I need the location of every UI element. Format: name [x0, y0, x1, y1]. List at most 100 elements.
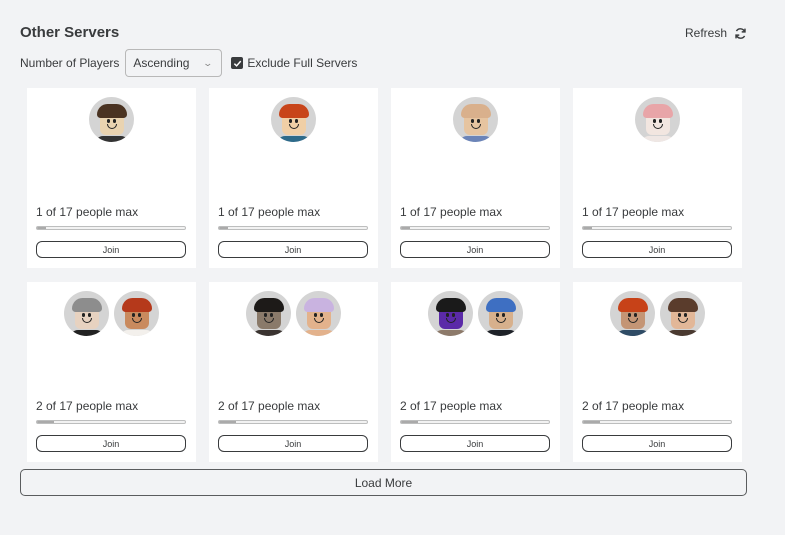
avatar-eye — [446, 313, 449, 317]
join-button[interactable]: Join — [36, 241, 186, 258]
avatar-hair — [435, 298, 466, 312]
player-avatar[interactable] — [478, 291, 523, 336]
capacity-progress-bar — [36, 420, 186, 424]
join-button[interactable]: Join — [218, 241, 368, 258]
player-count: 2 of 17 people max — [582, 399, 685, 413]
sort-order-dropdown[interactable]: Ascending ⌄ — [125, 49, 223, 77]
sort-label: Number of Players — [20, 56, 120, 70]
avatar-eye — [628, 313, 631, 317]
avatar-body — [433, 330, 468, 336]
server-card: 2 of 17 people max Join — [573, 282, 742, 462]
player-avatar[interactable] — [610, 291, 655, 336]
avatar-body — [665, 330, 700, 336]
player-avatars — [573, 97, 742, 142]
avatar-body — [615, 330, 650, 336]
player-avatar[interactable] — [296, 291, 341, 336]
load-more-button[interactable]: Load More — [20, 469, 747, 496]
avatar-body — [301, 330, 336, 336]
capacity-progress-fill — [219, 421, 237, 423]
refresh-button[interactable]: Refresh — [685, 26, 747, 40]
join-button[interactable]: Join — [582, 435, 732, 452]
join-button[interactable]: Join — [400, 435, 550, 452]
server-card: 2 of 17 people max Join — [209, 282, 378, 462]
join-button[interactable]: Join — [400, 241, 550, 258]
exclude-full-servers-toggle[interactable]: Exclude Full Servers — [231, 56, 357, 70]
capacity-progress-fill — [401, 227, 410, 229]
capacity-progress-bar — [218, 226, 368, 230]
avatar-eye — [264, 313, 267, 317]
avatar-hair — [121, 298, 152, 312]
avatar-hair — [303, 298, 334, 312]
capacity-progress-fill — [37, 421, 55, 423]
avatar-hair — [253, 298, 284, 312]
avatar-body — [640, 136, 675, 142]
avatar-eye — [452, 313, 455, 317]
avatar-hair — [617, 298, 648, 312]
exclude-full-label: Exclude Full Servers — [247, 56, 358, 70]
player-count: 1 of 17 people max — [400, 205, 503, 219]
join-button[interactable]: Join — [218, 435, 368, 452]
capacity-progress-bar — [400, 420, 550, 424]
player-avatar[interactable] — [114, 291, 159, 336]
player-avatar[interactable] — [89, 97, 134, 142]
player-count: 1 of 17 people max — [218, 205, 321, 219]
avatar-eye — [653, 119, 656, 123]
player-avatar[interactable] — [271, 97, 316, 142]
avatar-hair — [96, 104, 127, 118]
avatar-eye — [132, 313, 135, 317]
player-avatar[interactable] — [660, 291, 705, 336]
section-title: Other Servers — [20, 24, 120, 41]
server-card: 1 of 17 people max Join — [27, 88, 196, 268]
player-avatar[interactable] — [635, 97, 680, 142]
join-button[interactable]: Join — [36, 435, 186, 452]
avatar-hair — [460, 104, 491, 118]
avatar-eye — [138, 313, 141, 317]
avatar-body — [483, 330, 518, 336]
avatar-eye — [634, 313, 637, 317]
avatar-hair — [278, 104, 309, 118]
capacity-progress-fill — [583, 227, 592, 229]
avatar-eye — [659, 119, 662, 123]
avatar-eye — [314, 313, 317, 317]
player-avatars — [391, 291, 560, 336]
chevron-down-icon: ⌄ — [202, 57, 213, 68]
avatar-body — [458, 136, 493, 142]
server-card: 2 of 17 people max Join — [391, 282, 560, 462]
avatar-body — [94, 136, 129, 142]
avatar-eye — [270, 313, 273, 317]
capacity-progress-bar — [218, 420, 368, 424]
checkmark-icon — [233, 60, 242, 67]
refresh-label: Refresh — [685, 26, 728, 40]
player-count: 2 of 17 people max — [400, 399, 503, 413]
capacity-progress-fill — [219, 227, 228, 229]
player-avatar[interactable] — [453, 97, 498, 142]
refresh-icon — [735, 27, 746, 39]
capacity-progress-fill — [401, 421, 419, 423]
player-avatars — [209, 97, 378, 142]
capacity-progress-bar — [36, 226, 186, 230]
player-avatars — [573, 291, 742, 336]
server-card: 2 of 17 people max Join — [27, 282, 196, 462]
avatar-hair — [667, 298, 698, 312]
player-avatar[interactable] — [246, 291, 291, 336]
player-avatars — [209, 291, 378, 336]
server-card: 1 of 17 people max Join — [209, 88, 378, 268]
avatar-body — [276, 136, 311, 142]
avatar-eye — [471, 119, 474, 123]
avatar-hair — [71, 298, 102, 312]
avatar-hair — [642, 104, 673, 118]
player-count: 1 of 17 people max — [36, 205, 139, 219]
server-card: 1 of 17 people max Join — [573, 88, 742, 268]
player-avatar[interactable] — [428, 291, 473, 336]
capacity-progress-bar — [582, 420, 732, 424]
avatar-eye — [502, 313, 505, 317]
avatar-eye — [113, 119, 116, 123]
avatar-body — [119, 330, 154, 336]
server-grid: 1 of 17 people max Join 1 of 17 people max… — [27, 88, 742, 462]
avatar-eye — [82, 313, 85, 317]
avatar-hair — [485, 298, 516, 312]
avatar-eye — [289, 119, 292, 123]
exclude-full-checkbox[interactable] — [231, 57, 244, 69]
player-avatar[interactable] — [64, 291, 109, 336]
join-button[interactable]: Join — [582, 241, 732, 258]
